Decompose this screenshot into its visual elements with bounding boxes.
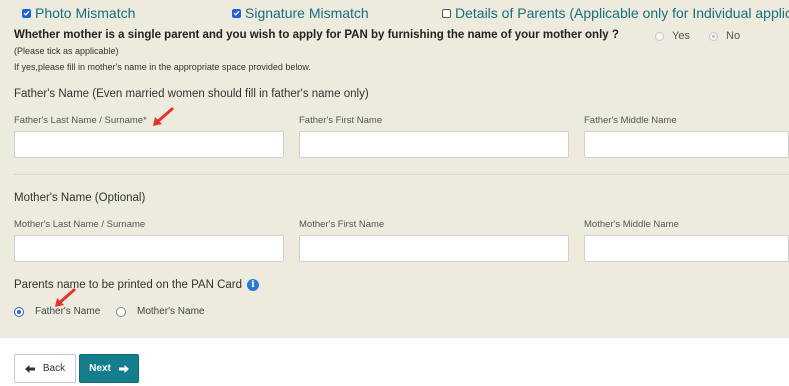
photo-mismatch-checkbox[interactable] bbox=[22, 8, 31, 18]
details-of-parents-checkbox[interactable] bbox=[442, 8, 451, 18]
section-divider bbox=[14, 174, 789, 175]
single-parent-yes-option[interactable]: Yes bbox=[655, 30, 690, 42]
pan-name-title: Parents name to be printed on the PAN Ca… bbox=[14, 279, 243, 291]
form-panel: Photo Mismatch Signature Mismatch Detail… bbox=[0, 0, 789, 338]
father-last-name-input[interactable] bbox=[14, 131, 284, 158]
details-of-parents-checkbox-row[interactable]: Details of Parents (Applicable only for … bbox=[442, 4, 789, 22]
yes-label: Yes bbox=[672, 30, 690, 42]
info-icon[interactable]: i bbox=[247, 279, 260, 291]
mother-last-name-label: Mother's Last Name / Surname bbox=[14, 219, 146, 230]
no-label: No bbox=[726, 30, 741, 42]
single-parent-note: If yes,please fill in mother's name in t… bbox=[14, 62, 311, 72]
father-section-title: Father's Name (Even married women should… bbox=[14, 88, 369, 100]
signature-mismatch-label: Signature Mismatch bbox=[245, 5, 369, 21]
fathers-name-radio[interactable] bbox=[14, 306, 24, 317]
mother-section-title: Mother's Name (Optional) bbox=[14, 192, 146, 204]
details-of-parents-label: Details of Parents (Applicable only for … bbox=[455, 5, 789, 21]
single-parent-hint: (Please tick as applicable) bbox=[14, 46, 119, 56]
father-middle-name-input[interactable] bbox=[584, 131, 789, 158]
yes-radio[interactable] bbox=[655, 31, 664, 41]
mothers-name-label: Mother's Name bbox=[137, 306, 205, 317]
fathers-name-label: Father's Name bbox=[35, 306, 101, 317]
mother-first-name-input[interactable] bbox=[299, 235, 569, 262]
single-parent-question: Whether mother is a single parent and yo… bbox=[14, 29, 619, 41]
check-icon bbox=[233, 10, 240, 16]
pan-mothers-name-option[interactable]: Mother's Name bbox=[116, 306, 205, 317]
signature-mismatch-checkbox[interactable] bbox=[232, 8, 241, 18]
photo-mismatch-checkbox-row[interactable]: Photo Mismatch bbox=[22, 4, 135, 22]
no-radio[interactable] bbox=[709, 31, 718, 41]
father-last-name-label: Father's Last Name / Surname* bbox=[14, 115, 147, 126]
arrow-left-icon bbox=[24, 364, 35, 373]
father-first-name-input[interactable] bbox=[299, 131, 569, 158]
mother-middle-name-label: Mother's Middle Name bbox=[584, 219, 679, 230]
next-label: Next bbox=[89, 363, 111, 374]
mother-last-name-input[interactable] bbox=[14, 235, 284, 262]
single-parent-no-option[interactable]: No bbox=[709, 30, 740, 42]
next-button[interactable]: Next bbox=[79, 354, 139, 383]
mother-first-name-label: Mother's First Name bbox=[299, 219, 385, 230]
mother-middle-name-input[interactable] bbox=[584, 235, 789, 262]
father-first-name-label: Father's First Name bbox=[299, 115, 383, 126]
pan-name-title-row: Parents name to be printed on the PAN Ca… bbox=[14, 279, 260, 291]
mothers-name-radio[interactable] bbox=[116, 306, 126, 317]
father-middle-name-label: Father's Middle Name bbox=[584, 115, 677, 126]
back-label: Back bbox=[42, 363, 66, 374]
red-arrow-icon bbox=[153, 107, 174, 126]
photo-mismatch-label: Photo Mismatch bbox=[35, 5, 136, 21]
back-button[interactable]: Back bbox=[14, 354, 76, 383]
arrow-right-icon bbox=[118, 364, 129, 373]
pan-fathers-name-option[interactable]: Father's Name bbox=[14, 306, 100, 317]
check-icon bbox=[23, 10, 30, 16]
signature-mismatch-checkbox-row[interactable]: Signature Mismatch bbox=[232, 4, 369, 22]
